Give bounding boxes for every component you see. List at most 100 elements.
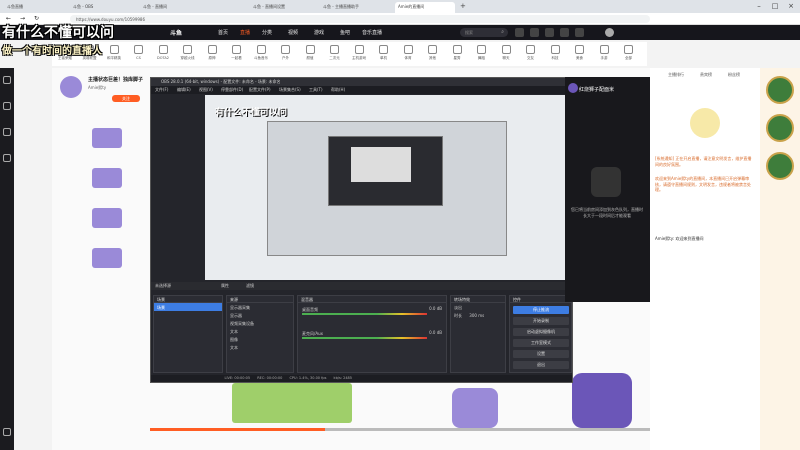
chat-tab[interactable]: 贵宾榜: [700, 72, 712, 78]
category-item[interactable]: 和平精英: [105, 45, 123, 61]
site-logo[interactable]: 斗鱼: [170, 28, 182, 37]
category-item[interactable]: 科技: [546, 45, 564, 61]
history-icon[interactable]: [515, 28, 524, 37]
cam-placeholder-icon: [591, 167, 621, 197]
follow-button[interactable]: 关注: [112, 95, 140, 102]
category-item[interactable]: 二次元: [326, 45, 344, 61]
nav-item[interactable]: 视频: [288, 29, 298, 36]
duration-input[interactable]: 300 ms: [469, 313, 484, 318]
follow-icon[interactable]: [3, 102, 11, 110]
back-icon[interactable]: ←: [6, 15, 11, 22]
browser-tab[interactable]: 斗鱼 - 主播直播助手: [320, 2, 370, 13]
chat-tab[interactable]: 粉丝榜: [728, 72, 740, 78]
banner-badge[interactable]: [766, 76, 794, 104]
url-input[interactable]: https://www.douyu.com/10599986: [70, 15, 650, 23]
category-item[interactable]: 美食: [571, 45, 589, 61]
category-item[interactable]: 原神: [203, 45, 221, 61]
filters-button[interactable]: 滤镜: [246, 283, 254, 289]
stream-banner-image: [232, 383, 352, 423]
banner-badge[interactable]: [766, 114, 794, 142]
avatar[interactable]: [605, 28, 614, 37]
category-item[interactable]: 舞蹈: [473, 45, 491, 61]
browser-tab[interactable]: 斗鱼 - OBS: [70, 2, 120, 13]
video-icon[interactable]: [3, 154, 11, 162]
home-icon[interactable]: [3, 76, 11, 84]
category-item[interactable]: 其他: [424, 45, 442, 61]
transition-select[interactable]: 淡出: [451, 303, 505, 311]
nav-item[interactable]: 音乐直播: [362, 29, 382, 36]
maximize-icon[interactable]: □: [768, 0, 782, 13]
exit-button[interactable]: 退出: [513, 361, 569, 369]
refresh-icon[interactable]: ↻: [34, 15, 39, 22]
category-label: 二次元: [329, 56, 340, 60]
nav-item[interactable]: 游戏: [314, 29, 324, 36]
category-item[interactable]: 一起看: [228, 45, 246, 61]
menu-item[interactable]: 文件(F): [155, 87, 168, 93]
banner-badge[interactable]: [766, 152, 794, 180]
download-icon[interactable]: [560, 28, 569, 37]
volume-meter[interactable]: [302, 313, 427, 315]
search-icon[interactable]: ⌕: [501, 29, 504, 35]
streamer-avatar[interactable]: [60, 76, 82, 98]
menu-item[interactable]: 配置文件(P): [249, 87, 271, 93]
follow-icon[interactable]: [530, 28, 539, 37]
menu-item[interactable]: 视图(V): [199, 87, 213, 93]
category-item[interactable]: 体育: [399, 45, 417, 61]
playback-progress[interactable]: [150, 428, 650, 431]
category-item[interactable]: 手游: [595, 45, 613, 61]
close-icon[interactable]: ×: [784, 0, 798, 13]
new-tab-button[interactable]: +: [460, 2, 470, 13]
streamer-name[interactable]: Amie熙ty: [88, 85, 106, 91]
source-item[interactable]: 图像: [227, 335, 293, 343]
nav-item[interactable]: 首页: [218, 29, 228, 36]
volume-meter[interactable]: [302, 337, 427, 339]
menu-item[interactable]: 停靠部件(D): [221, 87, 243, 93]
browser-tab-active[interactable]: Amie的直播间: [395, 2, 455, 13]
category-item[interactable]: 斗鱼音乐: [252, 45, 270, 61]
category-item[interactable]: 星秀: [448, 45, 466, 61]
category-item[interactable]: 全部: [620, 45, 638, 61]
category-item[interactable]: 单机: [375, 45, 393, 61]
forward-icon[interactable]: →: [20, 15, 25, 22]
browser-tab[interactable]: 斗鱼 - 直播间: [140, 2, 190, 13]
live-timer: LIVE: 00:00:05: [224, 376, 251, 380]
category-item[interactable]: 穿越火线: [179, 45, 197, 61]
menu-item[interactable]: 工具(T): [309, 87, 323, 93]
obs-preview[interactable]: 有什么不懂可以问: [205, 95, 571, 280]
category-item[interactable]: 主机游戏: [350, 45, 368, 61]
menu-item[interactable]: 场景集合(S): [279, 87, 301, 93]
studio-mode-button[interactable]: 工作室模式: [513, 339, 569, 347]
minimize-icon[interactable]: –: [752, 0, 766, 13]
webcam-panel: 红烧狮子配面米 您已将当前房间添加到灰色队列，直播时长大于一段时间后才能观看: [565, 77, 650, 302]
nav-item[interactable]: 分类: [262, 29, 272, 36]
message-icon[interactable]: [545, 28, 554, 37]
chat-tab[interactable]: 主播排行: [668, 72, 684, 78]
category-item[interactable]: 交友: [522, 45, 540, 61]
category-item[interactable]: CS: [130, 45, 148, 60]
properties-button[interactable]: 属性: [221, 283, 229, 289]
scene-item[interactable]: 场景: [154, 303, 222, 311]
source-item[interactable]: 文本: [227, 343, 293, 351]
nav-item[interactable]: 鱼吧: [340, 29, 350, 36]
source-item[interactable]: 显示器: [227, 311, 293, 319]
start-recording-button[interactable]: 开始录制: [513, 317, 569, 325]
category-item[interactable]: DOTA2: [154, 45, 172, 60]
category-item[interactable]: 聊天: [497, 45, 515, 61]
category-item[interactable]: 颜值: [301, 45, 319, 61]
settings-button[interactable]: 设置: [513, 350, 569, 358]
source-item[interactable]: 显示器采集: [227, 303, 293, 311]
nav-item-active[interactable]: 直播: [240, 29, 250, 36]
menu-item[interactable]: 编辑(E): [177, 87, 191, 93]
settings-icon[interactable]: [3, 428, 11, 436]
menu-item[interactable]: 帮助(H): [331, 87, 345, 93]
category-item[interactable]: 户外: [277, 45, 295, 61]
browser-tab[interactable]: 斗鱼 - 直播间设置: [250, 2, 300, 13]
stop-stream-button[interactable]: 停止推流: [513, 306, 569, 314]
source-item[interactable]: 文本: [227, 327, 293, 335]
broadcast-icon[interactable]: [575, 28, 584, 37]
virtual-camera-button[interactable]: 启动虚拟摄像机: [513, 328, 569, 336]
category-icon[interactable]: [3, 128, 11, 136]
source-item[interactable]: 视频采集设备: [227, 319, 293, 327]
browser-tab[interactable]: 斗鱼直播: [4, 2, 54, 13]
search-input[interactable]: 搜索 ⌕: [460, 28, 508, 37]
